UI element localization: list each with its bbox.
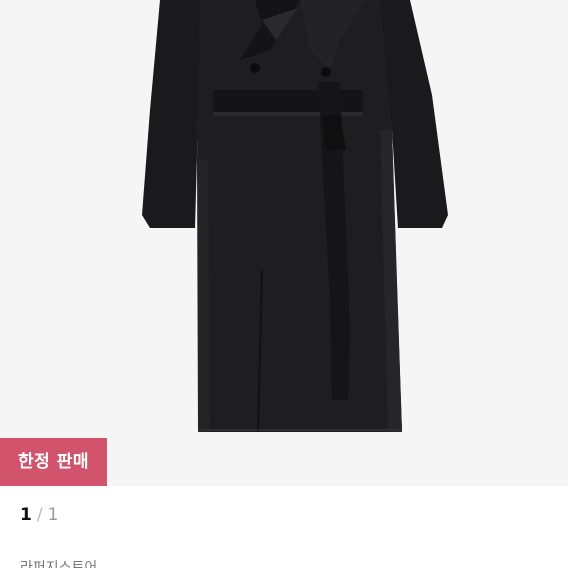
product-detail-page: 한정 판매 1/1 라퍼지스토어: [0, 0, 568, 568]
coat-photo: [142, 0, 448, 433]
pager-separator: /: [36, 505, 43, 525]
pager-current: 1: [20, 505, 32, 525]
image-pager: 1/1: [20, 500, 58, 530]
shop-name[interactable]: 라퍼지스토어: [20, 556, 97, 568]
limited-sale-badge: 한정 판매: [0, 438, 107, 486]
product-image[interactable]: [0, 0, 568, 486]
pager-total: 1: [47, 505, 59, 525]
